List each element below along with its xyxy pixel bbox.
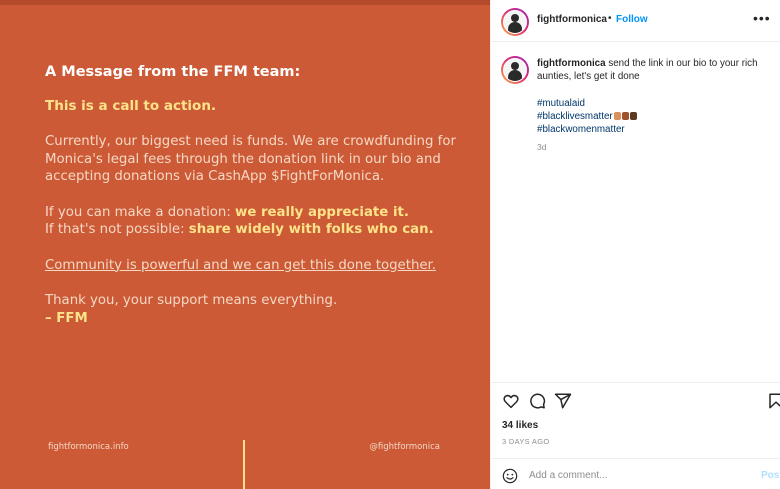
header-username[interactable]: fightformonica <box>537 14 607 25</box>
caption-time[interactable]: 3d <box>537 142 546 152</box>
share-prefix: If that's not possible: <box>45 222 189 237</box>
comment-input[interactable] <box>529 466 749 484</box>
post-heading: A Message from the FFM team: <box>45 64 301 80</box>
more-options-icon[interactable]: ••• <box>753 10 771 26</box>
footer-website: fightformonica.info <box>48 442 129 452</box>
thanks-line: Thank you, your support means everything… <box>45 293 338 308</box>
avatar[interactable] <box>501 8 529 36</box>
avatar-head <box>511 14 519 22</box>
hashtag-blackwomenmatter[interactable]: #blackwomenmatter <box>537 123 637 136</box>
caption-avatar-image <box>503 58 527 82</box>
community-line: Community is powerful and we can get thi… <box>45 257 437 273</box>
comment-bar: Post <box>491 458 780 489</box>
smile-icon[interactable] <box>502 468 518 484</box>
hashtag-list: #mutualaid #blacklivesmatter #blackwomen… <box>537 97 637 136</box>
share-highlight: share widely with folks who can. <box>188 222 434 237</box>
post-date[interactable]: 3 DAYS AGO <box>502 437 549 446</box>
call-to-action: This is a call to action. <box>45 97 217 114</box>
comment-icon[interactable] <box>528 392 546 410</box>
footer-handle: @fightformonica <box>369 442 440 452</box>
raised-fist-emoji-icon <box>629 112 637 120</box>
share-icon[interactable] <box>554 392 572 410</box>
post-sidebar: fightformonica • Follow ••• fightformoni… <box>490 0 780 489</box>
donate-highlight: we really appreciate it. <box>235 204 409 220</box>
footer-divider <box>243 440 245 489</box>
hashtag-mutualaid[interactable]: #mutualaid <box>537 97 637 110</box>
follow-button[interactable]: Follow <box>616 14 648 25</box>
post-image: A Message from the FFM team: This is a c… <box>0 0 490 489</box>
likes-count[interactable]: 34 likes <box>502 420 538 431</box>
avatar-body <box>508 22 522 33</box>
post-header: fightformonica • Follow ••• <box>491 0 780 42</box>
funds-paragraph: Currently, our biggest need is funds. We… <box>45 134 456 184</box>
caption-avatar[interactable] <box>501 56 529 84</box>
caption-avatar-head <box>511 62 519 70</box>
heart-icon[interactable] <box>502 392 520 410</box>
hashtag-blacklivesmatter-row: #blacklivesmatter <box>537 110 637 123</box>
caption-text-block: fightformonica send the link in our bio … <box>537 57 773 83</box>
raised-fist-emoji-icon <box>621 112 629 120</box>
signoff: – FFM <box>45 310 88 326</box>
header-separator: • <box>608 13 612 24</box>
hashtag-blacklivesmatter[interactable]: #blacklivesmatter <box>537 111 613 122</box>
avatar-image <box>503 10 527 34</box>
post-comment-button[interactable]: Post <box>761 470 780 481</box>
post-image-text: A Message from the FFM team: This is a c… <box>45 64 475 327</box>
caption-username[interactable]: fightformonica <box>537 58 606 69</box>
raised-fist-emoji-icon <box>613 112 621 120</box>
bookmark-icon[interactable] <box>767 392 780 410</box>
donation-paragraph: If you can make a donation: we really ap… <box>45 204 475 239</box>
action-bar: 34 likes 3 DAYS AGO Post <box>491 382 780 489</box>
post-image-top-strip <box>0 0 490 5</box>
caption-avatar-body <box>508 70 522 81</box>
donate-prefix: If you can make a donation: <box>45 204 236 220</box>
